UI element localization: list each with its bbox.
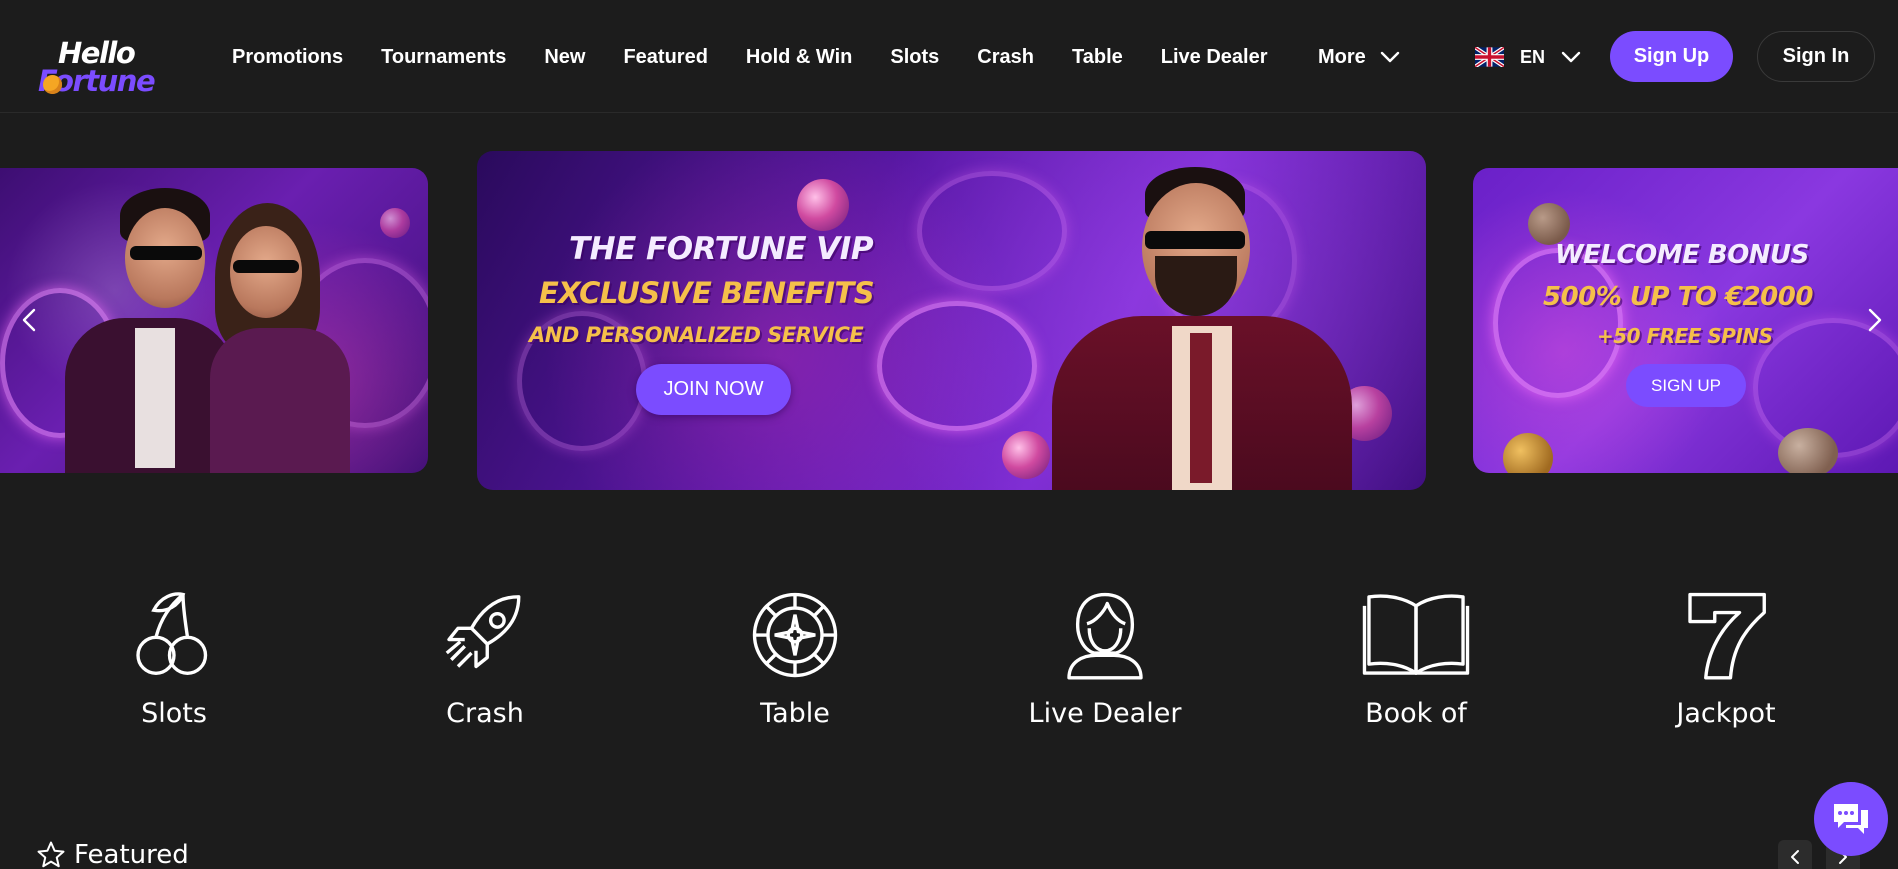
category-book-of[interactable]: Book of <box>1306 590 1526 740</box>
banner-welcome-amount: 500% UP TO €2000 <box>1543 282 1813 312</box>
neon-clover-decoration <box>917 171 1067 291</box>
neon-clover-decoration <box>1493 248 1623 398</box>
category-label: Jackpot <box>1676 698 1776 729</box>
site-header: Hello Fortune Promotions Tournaments New… <box>0 0 1898 113</box>
chevron-down-icon <box>1380 51 1399 63</box>
category-label: Live Dealer <box>1028 698 1182 729</box>
banner-sign-up-button[interactable]: SIGN UP <box>1626 364 1746 407</box>
nav-item-hold-win[interactable]: Hold & Win <box>746 46 852 69</box>
chevron-left-icon <box>1791 850 1799 864</box>
cherries-icon <box>136 592 208 675</box>
sign-in-button[interactable]: Sign In <box>1757 31 1875 82</box>
man-tie <box>1190 333 1212 483</box>
banner-vip-title: THE FORTUNE VIP <box>569 231 874 267</box>
nav-item-table[interactable]: Table <box>1072 46 1123 69</box>
star-icon <box>37 841 65 868</box>
nav-item-tournaments[interactable]: Tournaments <box>381 46 506 69</box>
language-selector[interactable]: EN <box>1475 42 1581 72</box>
category-label: Slots <box>141 698 207 729</box>
join-now-button[interactable]: JOIN NOW <box>636 364 791 415</box>
chat-icon <box>1834 804 1868 834</box>
language-code: EN <box>1520 46 1546 67</box>
category-crash[interactable]: Crash <box>375 590 595 740</box>
banner-welcome-spins: +50 FREE SPINS <box>1597 324 1773 348</box>
woman-figure <box>210 328 350 473</box>
category-jackpot[interactable]: Jackpot <box>1616 590 1836 740</box>
chevron-left-icon <box>22 308 36 332</box>
nav-item-slots[interactable]: Slots <box>890 46 939 69</box>
chevron-right-icon <box>1868 308 1882 332</box>
category-slots[interactable]: Slots <box>64 590 284 740</box>
uk-flag-icon <box>1475 47 1504 67</box>
sunglasses-icon <box>233 260 299 273</box>
nav-item-new[interactable]: New <box>544 46 585 69</box>
banner-vip-subtitle: EXCLUSIVE BENEFITS <box>539 276 875 310</box>
category-label: Crash <box>446 698 524 729</box>
coin-decoration <box>1528 203 1570 245</box>
rocket-icon <box>445 595 521 669</box>
banner-vip-tagline: AND PERSONALIZED SERVICE <box>529 323 864 347</box>
sunglasses-icon <box>1145 231 1245 249</box>
sunglasses-icon <box>130 246 202 260</box>
promo-banner-couple[interactable] <box>0 168 428 473</box>
sphere-decoration <box>1002 431 1050 479</box>
promo-banner-welcome[interactable]: WELCOME BONUS 500% UP TO €2000 +50 FREE … <box>1473 168 1898 473</box>
category-label: Table <box>760 698 830 729</box>
sign-up-button[interactable]: Sign Up <box>1610 31 1733 82</box>
sphere-decoration <box>380 208 410 238</box>
seven-icon <box>1688 592 1766 680</box>
promo-banner-vip[interactable]: THE FORTUNE VIP EXCLUSIVE BENEFITS AND P… <box>477 151 1426 490</box>
nav-more-label: More <box>1318 45 1366 68</box>
nav-item-featured[interactable]: Featured <box>623 46 707 69</box>
category-label: Book of <box>1365 698 1467 729</box>
carousel-prev-button[interactable] <box>14 300 44 340</box>
nav-item-crash[interactable]: Crash <box>977 46 1034 69</box>
book-icon <box>1362 594 1470 675</box>
coin-decoration <box>1503 433 1553 473</box>
category-live-dealer[interactable]: Live Dealer <box>995 590 1215 740</box>
nav-more-dropdown[interactable]: More <box>1318 42 1400 72</box>
featured-prev-button[interactable] <box>1778 840 1812 869</box>
roulette-icon <box>752 592 838 678</box>
category-table[interactable]: Table <box>685 590 905 740</box>
nav-item-live-dealer[interactable]: Live Dealer <box>1161 46 1268 69</box>
sphere-decoration <box>797 179 849 231</box>
carousel-next-button[interactable] <box>1860 300 1890 340</box>
featured-title: Featured <box>74 840 189 869</box>
coin-decoration <box>1778 428 1838 473</box>
logo-coin-icon <box>43 75 62 94</box>
neon-heart-decoration <box>877 301 1037 431</box>
man-shirt <box>135 328 175 468</box>
dealer-icon <box>1067 592 1143 680</box>
main-nav: Promotions Tournaments New Featured Hold… <box>232 42 1268 72</box>
chevron-down-icon <box>1561 51 1581 63</box>
featured-section-header: Featured <box>36 838 189 869</box>
live-chat-button[interactable] <box>1814 782 1888 856</box>
banner-welcome-title: WELCOME BONUS <box>1555 240 1809 270</box>
nav-item-promotions[interactable]: Promotions <box>232 46 343 69</box>
logo[interactable]: Hello Fortune <box>38 34 160 98</box>
